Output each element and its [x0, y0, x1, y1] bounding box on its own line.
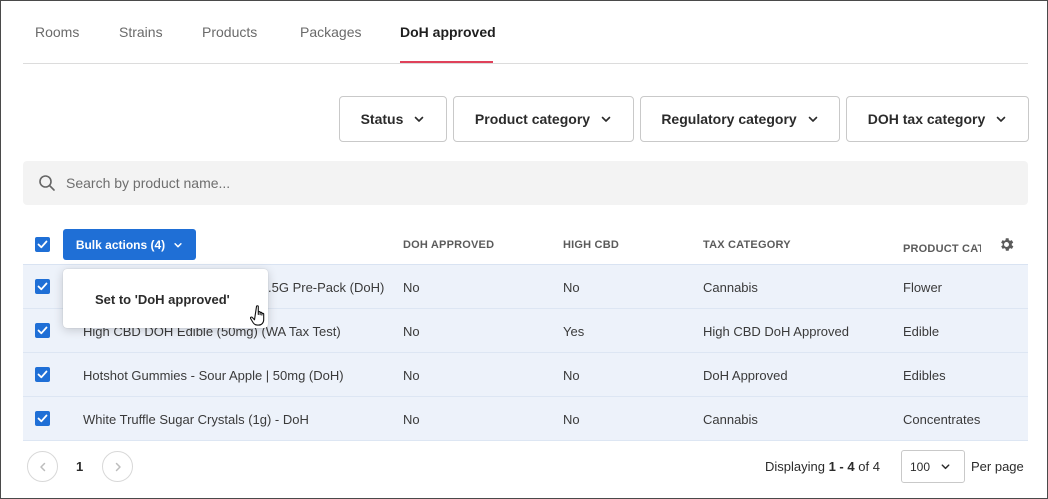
- product-category-filter[interactable]: Product category: [453, 96, 634, 142]
- product-category-filter-label: Product category: [474, 111, 591, 127]
- product-category-cell: Edibles: [903, 368, 946, 383]
- column-header-doh-approved[interactable]: DOH APPROVED: [403, 239, 494, 251]
- column-header-tax-category[interactable]: TAX CATEGORY: [703, 239, 791, 251]
- row-checkbox[interactable]: [35, 367, 50, 382]
- displaying-total: 4: [872, 459, 880, 474]
- column-header-high-cbd[interactable]: HIGH CBD: [563, 239, 619, 251]
- column-header-product-category[interactable]: PRODUCT CATEGORY: [903, 243, 981, 255]
- row-checkbox[interactable]: [35, 323, 50, 338]
- current-page[interactable]: 1: [76, 459, 83, 474]
- per-page-select[interactable]: 100: [901, 450, 965, 483]
- high-cbd-cell: No: [563, 368, 580, 383]
- row-checkbox[interactable]: [35, 279, 50, 294]
- tax-category-cell: DoH Approved: [703, 368, 788, 383]
- bulk-actions-button[interactable]: Bulk actions (4): [63, 229, 196, 260]
- tab-strains[interactable]: Strains: [119, 24, 163, 40]
- search-bar: [23, 161, 1028, 205]
- chevron-down-icon: [174, 242, 182, 247]
- tax-category-cell: Cannabis: [703, 412, 758, 427]
- doh-tax-category-filter[interactable]: DOH tax category: [846, 96, 1029, 142]
- active-tab-indicator: [400, 61, 493, 63]
- status-filter-label: Status: [360, 111, 404, 127]
- chevron-down-icon: [996, 116, 1006, 122]
- table-header: Bulk actions (4) DOH APPROVED HIGH CBD T…: [23, 224, 1028, 265]
- checkmark-icon: [37, 282, 48, 291]
- chevron-left-icon: [39, 462, 45, 471]
- doh-approved-cell: No: [403, 280, 420, 295]
- bulk-actions-label: Bulk actions (4): [75, 237, 166, 252]
- tab-bar: Rooms Strains Products Packages DoH appr…: [23, 0, 1028, 64]
- prev-page-button[interactable]: [27, 451, 58, 482]
- checkmark-icon: [37, 370, 48, 379]
- menu-item-set-doh-approved[interactable]: Set to 'DoH approved': [95, 292, 230, 307]
- bulk-actions-menu: Set to 'DoH approved': [63, 269, 268, 328]
- product-category-cell: Concentrates: [903, 412, 981, 427]
- row-checkbox[interactable]: [35, 411, 50, 426]
- tax-category-cell: Cannabis: [703, 280, 758, 295]
- search-input[interactable]: [66, 161, 966, 205]
- table-row[interactable]: Hotshot Gummies - Sour Apple | 50mg (DoH…: [23, 353, 1028, 397]
- displaying-prefix: Displaying: [765, 459, 829, 474]
- chevron-down-icon: [601, 116, 611, 122]
- high-cbd-cell: No: [563, 280, 580, 295]
- high-cbd-cell: Yes: [563, 324, 585, 339]
- status-filter[interactable]: Status: [339, 96, 447, 142]
- gear-icon[interactable]: [998, 236, 1015, 253]
- regulatory-category-filter[interactable]: Regulatory category: [640, 96, 840, 142]
- column-header-product-category-clip: PRODUCT CATEGORY: [903, 239, 981, 257]
- checkmark-icon: [37, 240, 48, 249]
- tab-rooms[interactable]: Rooms: [35, 24, 79, 40]
- displaying-count: Displaying 1 - 4 of 4: [765, 459, 880, 474]
- tax-category-cell: High CBD DoH Approved: [703, 324, 849, 339]
- table-row[interactable]: White Truffle Sugar Crystals (1g) - DoH …: [23, 397, 1028, 441]
- displaying-range: 1 - 4: [828, 459, 855, 474]
- product-name-cell[interactable]: White Truffle Sugar Crystals (1g) - DoH: [83, 412, 309, 427]
- next-page-button[interactable]: [102, 451, 133, 482]
- chevron-down-icon: [415, 116, 424, 122]
- product-category-cell: Edible: [903, 324, 940, 339]
- per-page-value: 100: [910, 459, 931, 474]
- chevron-right-icon: [115, 462, 121, 471]
- search-icon: [39, 175, 55, 191]
- high-cbd-cell: No: [563, 412, 580, 427]
- product-name-cell[interactable]: .5G Pre-Pack (DoH): [268, 280, 384, 295]
- tab-packages[interactable]: Packages: [300, 24, 361, 40]
- product-category-cell: Flower: [903, 280, 943, 295]
- tab-doh-approved[interactable]: DoH approved: [400, 24, 496, 40]
- product-name-cell[interactable]: Hotshot Gummies - Sour Apple | 50mg (DoH…: [83, 368, 344, 383]
- checkmark-icon: [37, 326, 48, 335]
- checkmark-icon: [37, 414, 48, 423]
- per-page-label: Per page: [971, 459, 1024, 474]
- doh-tax-category-filter-label: DOH tax category: [867, 111, 986, 127]
- doh-approved-cell: No: [403, 368, 420, 383]
- tab-products[interactable]: Products: [202, 24, 257, 40]
- doh-approved-cell: No: [403, 324, 420, 339]
- chevron-down-icon: [808, 116, 817, 122]
- displaying-mid: of: [854, 459, 873, 474]
- select-all-checkbox[interactable]: [35, 237, 50, 252]
- regulatory-category-filter-label: Regulatory category: [661, 111, 797, 127]
- chevron-down-icon: [941, 464, 950, 470]
- doh-approved-cell: No: [403, 412, 420, 427]
- hand-pointer-cursor-icon: [250, 305, 265, 326]
